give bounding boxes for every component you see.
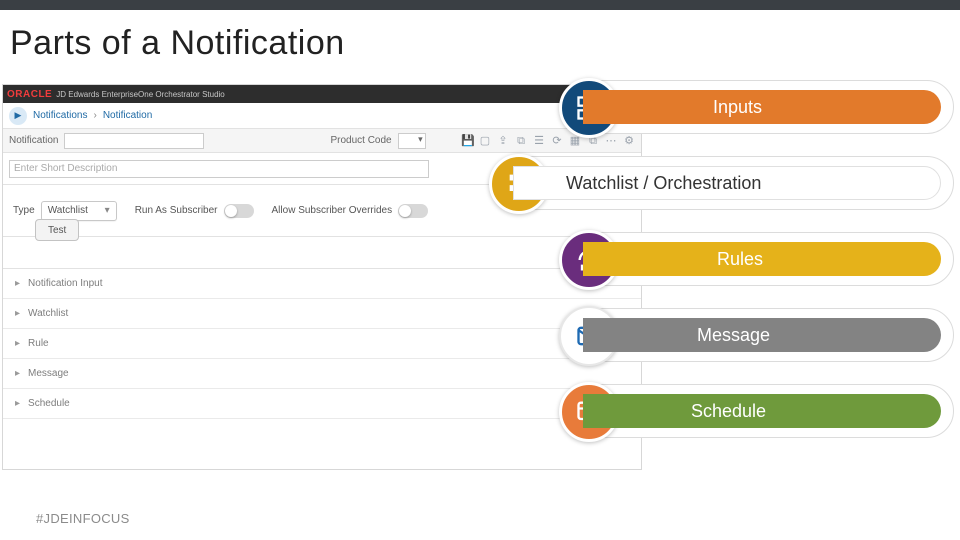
- form-name-input[interactable]: [64, 133, 204, 149]
- section-label: Notification Input: [28, 278, 103, 289]
- section-label: Schedule: [28, 398, 70, 409]
- breadcrumb-separator: ›: [93, 110, 96, 121]
- product-code-select[interactable]: [398, 133, 426, 149]
- app-header: ORACLE JD Edwards EnterpriseOne Orchestr…: [3, 85, 641, 103]
- callout-label: Message: [697, 325, 770, 346]
- callout-stack: Inputs Watchlist / Orchestration Rules M…: [582, 80, 954, 438]
- callout-label: Rules: [717, 249, 763, 270]
- product-code-label: Product Code: [330, 135, 391, 146]
- footer-hashtag: #JDEINFOCUS: [36, 511, 130, 526]
- chevron-right-icon: ▸: [15, 368, 20, 379]
- refresh-icon[interactable]: ⟳: [551, 135, 563, 147]
- callout-schedule: Schedule: [582, 384, 954, 438]
- export-icon[interactable]: ⇪: [497, 135, 509, 147]
- window-icon[interactable]: ▢: [479, 135, 491, 147]
- breadcrumb-root[interactable]: Notifications: [33, 110, 87, 121]
- section-watchlist[interactable]: ▸ Watchlist: [3, 299, 641, 329]
- callout-label: Watchlist / Orchestration: [566, 173, 761, 194]
- callout-message: Message: [582, 308, 954, 362]
- save-icon[interactable]: 💾: [461, 135, 473, 147]
- allow-overrides-label: Allow Subscriber Overrides: [272, 205, 393, 216]
- test-row: Test: [3, 237, 641, 269]
- app-product-name: JD Edwards EnterpriseOne Orchestrator St…: [56, 90, 225, 99]
- callout-label: Schedule: [691, 401, 766, 422]
- open-icon[interactable]: ⧉: [515, 135, 527, 147]
- run-as-subscriber-toggle[interactable]: [224, 204, 254, 218]
- play-icon[interactable]: ▶: [9, 107, 27, 125]
- callout-rules: Rules: [582, 232, 954, 286]
- allow-overrides-toggle[interactable]: [398, 204, 428, 218]
- slide-top-bar: [0, 0, 960, 10]
- breadcrumb: ▶ Notifications › Notification: [3, 103, 641, 129]
- type-label: Type: [13, 205, 35, 216]
- app-screenshot: ORACLE JD Edwards EnterpriseOne Orchestr…: [2, 84, 642, 470]
- chevron-right-icon: ▸: [15, 398, 20, 409]
- notification-sections: ▸ Notification Input ▸ Watchlist ▸ Rule …: [3, 269, 641, 419]
- chevron-right-icon: ▸: [15, 278, 20, 289]
- short-description-input[interactable]: Enter Short Description: [9, 160, 429, 178]
- section-schedule[interactable]: ▸ Schedule: [3, 389, 641, 419]
- section-label: Rule: [28, 338, 49, 349]
- test-button[interactable]: Test: [35, 219, 79, 241]
- chevron-right-icon: ▸: [15, 338, 20, 349]
- callout-label: Inputs: [713, 97, 762, 118]
- section-message[interactable]: ▸ Message: [3, 359, 641, 389]
- section-label: Watchlist: [28, 308, 68, 319]
- slide-title: Parts of a Notification: [0, 10, 960, 73]
- callout-inputs: Inputs: [582, 80, 954, 134]
- section-notification-input[interactable]: ▸ Notification Input: [3, 269, 641, 299]
- chevron-right-icon: ▸: [15, 308, 20, 319]
- section-label: Message: [28, 368, 69, 379]
- section-rule[interactable]: ▸ Rule: [3, 329, 641, 359]
- form-name-label: Notification: [9, 135, 58, 146]
- run-as-subscriber-label: Run As Subscriber: [135, 205, 218, 216]
- oracle-logo: ORACLE: [7, 89, 52, 100]
- breadcrumb-current: Notification: [103, 110, 152, 121]
- callout-watchlist-orchestration: Watchlist / Orchestration: [512, 156, 954, 210]
- tree-icon[interactable]: ☰: [533, 135, 545, 147]
- type-dropdown[interactable]: Watchlist: [41, 201, 117, 221]
- toolbar: Notification Product Code 💾 ▢ ⇪ ⧉ ☰ ⟳ ▦ …: [3, 129, 641, 153]
